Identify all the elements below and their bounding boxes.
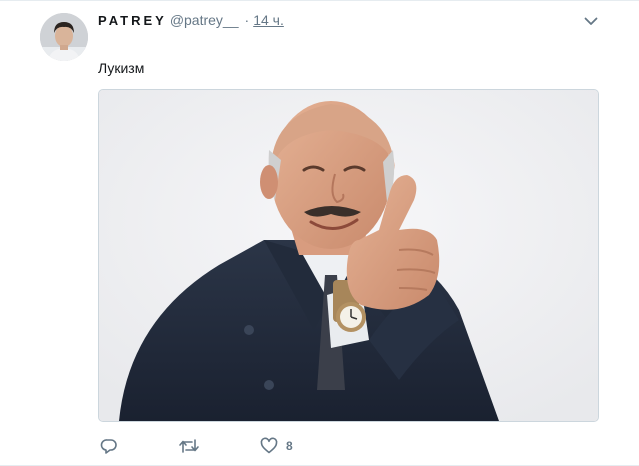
separator-dot: · (244, 12, 250, 28)
tweet-header: PATREY @patrey__ · 14 ч. (98, 12, 284, 32)
avatar[interactable] (40, 13, 88, 61)
chevron-down-icon[interactable] (583, 13, 599, 29)
reply-icon (100, 437, 118, 455)
tweet-photo[interactable] (98, 89, 599, 422)
like-count: 8 (286, 439, 293, 453)
tweet[interactable]: PATREY @patrey__ · 14 ч. Лукизм 8 (0, 0, 639, 466)
reply-button[interactable] (100, 436, 118, 456)
top-divider (0, 0, 639, 1)
retweet-icon (178, 437, 200, 455)
display-name[interactable]: PATREY (98, 13, 167, 28)
retweet-button[interactable] (178, 436, 200, 456)
heart-icon (260, 437, 278, 455)
tweet-text: Лукизм (98, 60, 145, 76)
like-button[interactable]: 8 (260, 436, 293, 456)
screen-name[interactable]: @patrey__ (170, 12, 239, 28)
timestamp-link[interactable]: 14 ч. (253, 12, 284, 28)
